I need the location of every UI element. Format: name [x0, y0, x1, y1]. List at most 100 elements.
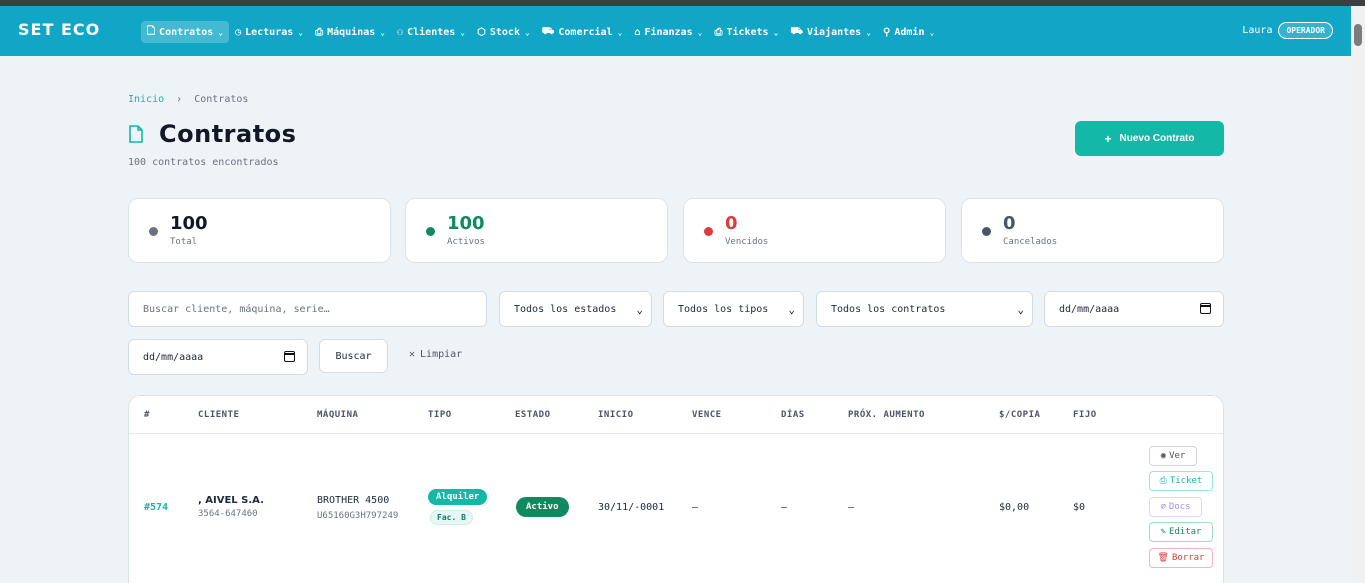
file-icon [129, 125, 143, 143]
column-header[interactable]: TIPO [428, 410, 452, 420]
next-increase: – [848, 502, 855, 513]
page-scrollbar[interactable] [1351, 6, 1365, 583]
box-icon: ⬡ [477, 26, 486, 38]
page-title: Contratos [159, 120, 297, 148]
breadcrumb-separator: › [176, 94, 183, 105]
results-count: 100 contratos encontrados [128, 157, 279, 168]
days-value: – [781, 502, 788, 513]
nav-item-tickets[interactable]: ⎙ Tickets ⌄ [708, 21, 784, 43]
column-header[interactable]: # [144, 410, 150, 420]
contratos-select[interactable]: Todos los contratos ⌄ [816, 291, 1033, 327]
date-to-value: dd/mm/aaaa [143, 351, 204, 363]
delete-label: Borrar [1171, 553, 1205, 563]
docs-button[interactable]: ⌀ Docs [1149, 497, 1202, 517]
date-from-field[interactable]: dd/mm/aaaa [1044, 291, 1224, 327]
fixed-price: $0 [1073, 502, 1086, 513]
stat-card-activos: 100 Activos [405, 198, 668, 263]
nav-item-label: Lecturas [245, 26, 294, 38]
user-menu[interactable]: Laura OPERADOR [1242, 22, 1333, 39]
tipo-select[interactable]: Todos los tipos ⌄ [663, 291, 804, 327]
start-date: 30/11/-0001 [598, 502, 665, 513]
price-per-copy: $0,00 [999, 502, 1030, 513]
scrollbar-thumb[interactable] [1354, 24, 1362, 46]
nav-item-contratos[interactable]: 🗋 Contratos ⌄ [141, 21, 230, 43]
search-button[interactable]: Buscar [319, 339, 388, 373]
chevron-down-icon: ⌄ [617, 27, 623, 37]
column-header[interactable]: CLIENTE [198, 410, 239, 420]
nav-item-label: Stock [489, 26, 520, 38]
bank-icon: ⌂ [634, 26, 641, 38]
user-icon: ⚲ [883, 26, 891, 38]
nav-item-label: Finanzas [644, 26, 693, 38]
machine-serial: U65160G3H797249 [317, 511, 399, 521]
nav-item-label: Máquinas [327, 26, 376, 38]
role-badge: OPERADOR [1278, 22, 1333, 39]
status-dot [426, 227, 435, 236]
calendar-icon[interactable] [284, 351, 295, 362]
nav-item-label: Tickets [726, 26, 769, 38]
stat-card-cancelados: 0 Cancelados [961, 198, 1224, 263]
chevron-down-icon: ⌄ [788, 303, 795, 316]
status-dot [704, 227, 713, 236]
clear-filters-label: Limpiar [420, 349, 463, 360]
clock-icon: ◷ [235, 26, 242, 38]
nav-item-label: Contratos [159, 26, 214, 38]
stat-card-vencidos: 0 Vencidos [683, 198, 946, 263]
nav-item-maquinas[interactable]: ⎙ Máquinas ⌄ [309, 21, 391, 43]
nav-item-comercial[interactable]: ⛟ Comercial ⌄ [536, 21, 629, 43]
search-input[interactable] [143, 303, 472, 315]
column-header[interactable]: MÁQUINA [317, 410, 358, 420]
nav-item-admin[interactable]: ⚲ Admin ⌄ [877, 21, 940, 43]
users-icon: ⚇ [397, 26, 404, 38]
estado-select[interactable]: Todos los estados ⌄ [499, 291, 652, 327]
chevron-down-icon: ⌄ [460, 27, 466, 37]
printer-icon: ⎙ [1159, 476, 1167, 486]
calendar-icon[interactable] [1200, 303, 1211, 314]
nav-item-viajantes[interactable]: ⛟ Viajantes ⌄ [784, 21, 877, 43]
date-to-field[interactable]: dd/mm/aaaa [128, 339, 308, 375]
chevron-down-icon: ⌄ [636, 303, 643, 316]
column-header[interactable]: VENCE [692, 410, 722, 420]
contratos-select-value: Todos los contratos [831, 303, 946, 315]
due-date: — [692, 502, 699, 513]
status-badge: Activo [516, 497, 569, 517]
column-header[interactable]: $/COPIA [999, 410, 1040, 420]
invoice-badge: Fac. B [430, 510, 473, 525]
delete-button[interactable]: 🗑 Borrar [1149, 548, 1213, 568]
paperclip-icon: ⌀ [1160, 502, 1166, 512]
chevron-down-icon: ⌄ [773, 27, 779, 37]
column-header[interactable]: DÍAS [781, 410, 805, 420]
page-header: Contratos [128, 120, 296, 148]
breadcrumb-current: Contratos [194, 94, 249, 105]
contracts-table: # CLIENTE MÁQUINA TIPO ESTADO INICIO VEN… [128, 395, 1224, 583]
chevron-down-icon: ⌄ [218, 27, 224, 37]
nav-item-finanzas[interactable]: ⌂ Finanzas ⌄ [628, 21, 708, 43]
chevron-down-icon: ⌄ [298, 27, 304, 37]
nav-item-lecturas[interactable]: ◷ Lecturas ⌄ [229, 21, 309, 43]
breadcrumb: Inicio › Contratos [128, 94, 248, 105]
chevron-down-icon: ⌄ [929, 27, 935, 37]
docs-label: Docs [1168, 502, 1191, 512]
column-header[interactable]: FIJO [1073, 410, 1097, 420]
client-name: , AIVEL S.A. [198, 495, 264, 506]
plus-icon: + [1104, 131, 1112, 146]
stat-value: 0 [1003, 213, 1016, 234]
column-header[interactable]: PRÓX. AUMENTO [848, 410, 925, 420]
contract-id-link[interactable]: #574 [144, 502, 168, 513]
breadcrumb-home-link[interactable]: Inicio [128, 94, 164, 105]
tipo-select-value: Todos los tipos [678, 303, 769, 315]
column-header[interactable]: INICIO [598, 410, 634, 420]
ticket-button[interactable]: ⎙ Ticket [1149, 471, 1213, 491]
client-phone: 3564-647460 [198, 509, 258, 519]
clear-filters-link[interactable]: ✕ Limpiar [409, 349, 462, 360]
nav-item-stock[interactable]: ⬡ Stock ⌄ [471, 21, 536, 43]
view-button[interactable]: ◉ Ver [1149, 446, 1197, 466]
machine-model: BROTHER 4500 [317, 495, 390, 506]
app-logo[interactable]: SET ECO [18, 20, 100, 39]
printer-icon: ⎙ [315, 26, 324, 38]
edit-button[interactable]: ✎ Editar [1149, 522, 1213, 542]
new-contract-button[interactable]: + Nuevo Contrato [1075, 121, 1224, 156]
nav-item-clientes[interactable]: ⚇ Clientes ⌄ [391, 21, 471, 43]
chevron-down-icon: ⌄ [697, 27, 703, 37]
column-header[interactable]: ESTADO [515, 410, 551, 420]
